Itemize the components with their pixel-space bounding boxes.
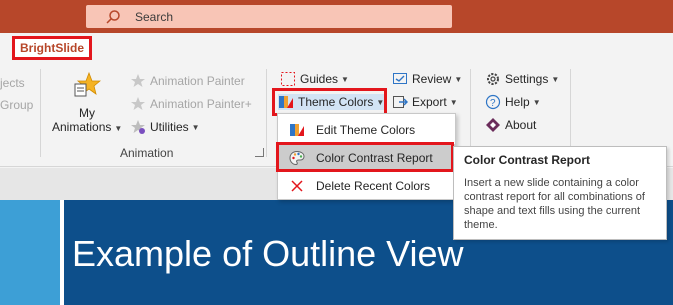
help-label: Help <box>505 95 530 109</box>
highlight-color-contrast-report <box>276 142 454 172</box>
about-diamond-icon <box>486 118 500 132</box>
animation-painter-plus-label: Animation Painter+ <box>150 97 252 111</box>
menu-item-edit-theme-colors[interactable]: Edit Theme Colors <box>278 116 455 143</box>
chevron-down-icon: ▼ <box>191 122 200 132</box>
slide-title[interactable]: Example of Outline View <box>72 233 464 275</box>
svg-text:?: ? <box>490 98 496 109</box>
title-bar: Search <box>0 0 673 33</box>
chevron-down-icon: ▼ <box>532 97 541 107</box>
about-button[interactable]: About <box>485 117 536 133</box>
help-button[interactable]: ? Help ▼ <box>485 94 541 110</box>
utilities-label: Utilities <box>150 120 189 134</box>
export-icon <box>393 96 408 108</box>
help-icon: ? <box>485 94 501 110</box>
utilities-button[interactable]: Utilities ▼ <box>130 119 200 135</box>
export-button[interactable]: Export ▼ <box>392 94 458 110</box>
group-separator <box>266 69 267 157</box>
review-icon <box>393 73 407 84</box>
group-separator <box>40 69 41 157</box>
my-animations-label-1: My <box>79 106 95 120</box>
about-label: About <box>505 118 537 132</box>
export-label: Export <box>412 95 447 109</box>
menu-item-label: Edit Theme Colors <box>316 122 416 137</box>
search-placeholder: Search <box>135 9 174 24</box>
my-animations-button[interactable]: My Animations ▼ <box>52 71 122 134</box>
ghost-label-group: Group <box>0 98 34 112</box>
edit-theme-colors-icon <box>290 123 304 136</box>
settings-button[interactable]: Settings ▼ <box>485 71 559 87</box>
chevron-down-icon: ▼ <box>449 97 458 107</box>
guides-label: Guides <box>300 72 339 86</box>
review-label: Review <box>412 72 452 86</box>
chevron-down-icon: ▼ <box>551 74 560 84</box>
menu-item-label: Delete Recent Colors <box>316 178 431 193</box>
my-animations-label-2: Animations <box>52 120 112 134</box>
tooltip-title: Color Contrast Report <box>464 153 590 167</box>
animation-painter-plus-icon <box>131 97 145 110</box>
group-separator <box>570 69 571 157</box>
animation-painter-label: Animation Painter <box>150 74 245 88</box>
chevron-down-icon: ▼ <box>114 124 123 133</box>
gear-icon <box>487 73 499 85</box>
menu-item-delete-recent-colors[interactable]: Delete Recent Colors <box>278 172 455 199</box>
chevron-down-icon: ▼ <box>341 74 349 84</box>
tooltip: Color Contrast Report Insert a new slide… <box>453 146 667 240</box>
guides-button[interactable]: Guides ▼ <box>280 71 349 87</box>
search-icon <box>106 9 120 24</box>
tab-row: BrightSlide <box>0 33 673 63</box>
group-label-animation: Animation <box>120 146 174 160</box>
chevron-down-icon: ▼ <box>454 74 463 84</box>
group-separator <box>470 69 471 157</box>
star-icon <box>74 71 102 97</box>
ghost-label-objects: jects <box>0 76 25 90</box>
review-button[interactable]: Review ▼ <box>392 71 462 87</box>
highlight-theme-colors <box>272 88 387 116</box>
guides-icon <box>281 72 295 86</box>
delete-x-icon <box>291 179 303 192</box>
animation-painter-button[interactable]: Animation Painter <box>130 73 245 89</box>
tab-brightslide[interactable]: BrightSlide <box>12 36 93 60</box>
tooltip-body: Insert a new slide containing a color co… <box>464 177 645 231</box>
utilities-icon <box>131 120 145 134</box>
settings-label: Settings <box>505 72 549 86</box>
animation-painter-icon <box>131 74 145 87</box>
group-launcher-icon[interactable] <box>255 148 264 157</box>
slide-thumbnail-strip[interactable] <box>0 200 60 305</box>
search-box[interactable]: Search <box>86 5 452 28</box>
animation-painter-plus-button[interactable]: Animation Painter+ <box>130 96 252 112</box>
